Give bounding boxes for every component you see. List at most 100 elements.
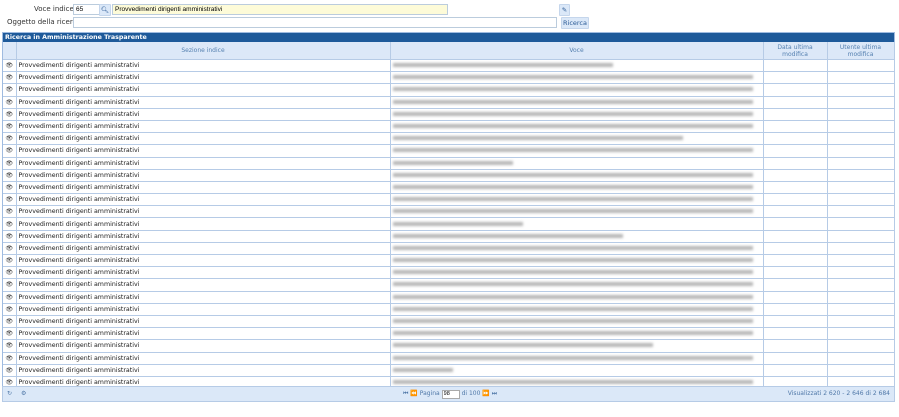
table-row[interactable]: 👁︎ Provvedimenti dirigenti amministrativ…	[3, 267, 894, 279]
table-row[interactable]: 👁︎ Provvedimenti dirigenti amministrativ…	[3, 255, 894, 267]
table-row[interactable]: 👁︎ Provvedimenti dirigenti amministrativ…	[3, 230, 894, 242]
table-row[interactable]: 👁︎ Provvedimenti dirigenti amministrativ…	[3, 291, 894, 303]
view-icon[interactable]: 👁︎	[3, 352, 16, 364]
table-row[interactable]: 👁︎ Provvedimenti dirigenti amministrativ…	[3, 96, 894, 108]
sezione-cell: Provvedimenti dirigenti amministrativi	[16, 194, 390, 206]
redacted-text	[393, 185, 753, 189]
first-page-icon[interactable]: ⏮	[403, 390, 408, 397]
redacted-text	[393, 368, 453, 372]
view-icon[interactable]: 👁︎	[3, 255, 16, 267]
view-icon[interactable]: 👁︎	[3, 206, 16, 218]
utente-cell	[827, 352, 894, 364]
edit-button[interactable]: ✎	[559, 4, 570, 16]
data-cell	[763, 120, 827, 132]
voce-indice-input[interactable]	[73, 4, 101, 15]
table-row[interactable]: 👁︎ Provvedimenti dirigenti amministrativ…	[3, 315, 894, 327]
table-row[interactable]: 👁︎ Provvedimenti dirigenti amministrativ…	[3, 181, 894, 193]
view-icon[interactable]: 👁︎	[3, 218, 16, 230]
sezione-cell: Provvedimenti dirigenti amministrativi	[16, 157, 390, 169]
voce-cell	[390, 169, 763, 181]
table-row[interactable]: 👁︎ Provvedimenti dirigenti amministrativ…	[3, 145, 894, 157]
data-cell	[763, 364, 827, 376]
col-icon	[3, 42, 16, 60]
redacted-text	[393, 307, 753, 311]
view-icon[interactable]: 👁︎	[3, 133, 16, 145]
data-cell	[763, 194, 827, 206]
table-row[interactable]: 👁︎ Provvedimenti dirigenti amministrativ…	[3, 340, 894, 352]
col-data[interactable]: Data ultima modifica	[763, 42, 827, 60]
view-icon[interactable]: 👁︎	[3, 194, 16, 206]
view-icon[interactable]: 👁︎	[3, 169, 16, 181]
view-icon[interactable]: 👁︎	[3, 267, 16, 279]
sezione-cell: Provvedimenti dirigenti amministrativi	[16, 145, 390, 157]
oggetto-input[interactable]	[73, 17, 557, 28]
redacted-text	[393, 87, 753, 91]
page-input[interactable]	[442, 390, 460, 399]
search-voce-button[interactable]: 🔍︎	[99, 4, 111, 16]
voce-cell	[390, 108, 763, 120]
sezione-cell: Provvedimenti dirigenti amministrativi	[16, 242, 390, 254]
table-row[interactable]: 👁︎ Provvedimenti dirigenti amministrativ…	[3, 108, 894, 120]
redacted-text	[393, 209, 753, 213]
table-row[interactable]: 👁︎ Provvedimenti dirigenti amministrativ…	[3, 72, 894, 84]
table-row[interactable]: 👁︎ Provvedimenti dirigenti amministrativ…	[3, 279, 894, 291]
view-icon[interactable]: 👁︎	[3, 157, 16, 169]
table-row[interactable]: 👁︎ Provvedimenti dirigenti amministrativ…	[3, 303, 894, 315]
view-icon[interactable]: 👁︎	[3, 230, 16, 242]
redacted-text	[393, 319, 753, 323]
voce-cell	[390, 352, 763, 364]
view-icon[interactable]: 👁︎	[3, 72, 16, 84]
view-icon[interactable]: 👁︎	[3, 108, 16, 120]
view-icon[interactable]: 👁︎	[3, 315, 16, 327]
col-sezione[interactable]: Sezione indice	[16, 42, 390, 60]
table-row[interactable]: 👁︎ Provvedimenti dirigenti amministrativ…	[3, 194, 894, 206]
utente-cell	[827, 364, 894, 376]
view-icon[interactable]: 👁︎	[3, 340, 16, 352]
col-voce[interactable]: Voce	[390, 42, 763, 60]
view-icon[interactable]: 👁︎	[3, 242, 16, 254]
next-page-icon[interactable]: ⏩	[482, 390, 489, 397]
view-icon[interactable]: 👁︎	[3, 60, 16, 72]
view-icon[interactable]: 👁︎	[3, 84, 16, 96]
utente-cell	[827, 84, 894, 96]
table-row[interactable]: 👁︎ Provvedimenti dirigenti amministrativ…	[3, 157, 894, 169]
utente-cell	[827, 169, 894, 181]
table-row[interactable]: 👁︎ Provvedimenti dirigenti amministrativ…	[3, 133, 894, 145]
table-row[interactable]: 👁︎ Provvedimenti dirigenti amministrativ…	[3, 328, 894, 340]
view-icon[interactable]: 👁︎	[3, 328, 16, 340]
voce-cell	[390, 145, 763, 157]
ricerca-button[interactable]: Ricerca	[561, 17, 589, 29]
voce-cell	[390, 303, 763, 315]
redacted-text	[393, 246, 753, 250]
data-cell	[763, 60, 827, 72]
view-icon[interactable]: 👁︎	[3, 145, 16, 157]
table-row[interactable]: 👁︎ Provvedimenti dirigenti amministrativ…	[3, 60, 894, 72]
view-icon[interactable]: 👁︎	[3, 303, 16, 315]
table-row[interactable]: 👁︎ Provvedimenti dirigenti amministrativ…	[3, 206, 894, 218]
view-icon[interactable]: 👁︎	[3, 364, 16, 376]
data-cell	[763, 181, 827, 193]
view-icon[interactable]: 👁︎	[3, 181, 16, 193]
table-row[interactable]: 👁︎ Provvedimenti dirigenti amministrativ…	[3, 218, 894, 230]
utente-cell	[827, 218, 894, 230]
redacted-text	[393, 124, 753, 128]
table-row[interactable]: 👁︎ Provvedimenti dirigenti amministrativ…	[3, 169, 894, 181]
view-icon[interactable]: 👁︎	[3, 120, 16, 132]
view-icon[interactable]: 👁︎	[3, 96, 16, 108]
view-icon[interactable]: 👁︎	[3, 279, 16, 291]
settings-icon[interactable]: ⚙	[21, 387, 26, 401]
view-icon[interactable]: 👁︎	[3, 291, 16, 303]
prev-page-icon[interactable]: ⏪	[410, 390, 417, 397]
redacted-text	[393, 112, 753, 116]
table-row[interactable]: 👁︎ Provvedimenti dirigenti amministrativ…	[3, 120, 894, 132]
col-utente[interactable]: Utente ultima modifica	[827, 42, 894, 60]
voce-cell	[390, 315, 763, 327]
table-row[interactable]: 👁︎ Provvedimenti dirigenti amministrativ…	[3, 242, 894, 254]
table-row[interactable]: 👁︎ Provvedimenti dirigenti amministrativ…	[3, 84, 894, 96]
data-cell	[763, 84, 827, 96]
last-page-icon[interactable]: ⏭	[492, 390, 497, 397]
refresh-icon[interactable]: ↻	[7, 387, 12, 401]
table-row[interactable]: 👁︎ Provvedimenti dirigenti amministrativ…	[3, 364, 894, 376]
table-row[interactable]: 👁︎ Provvedimenti dirigenti amministrativ…	[3, 352, 894, 364]
utente-cell	[827, 157, 894, 169]
